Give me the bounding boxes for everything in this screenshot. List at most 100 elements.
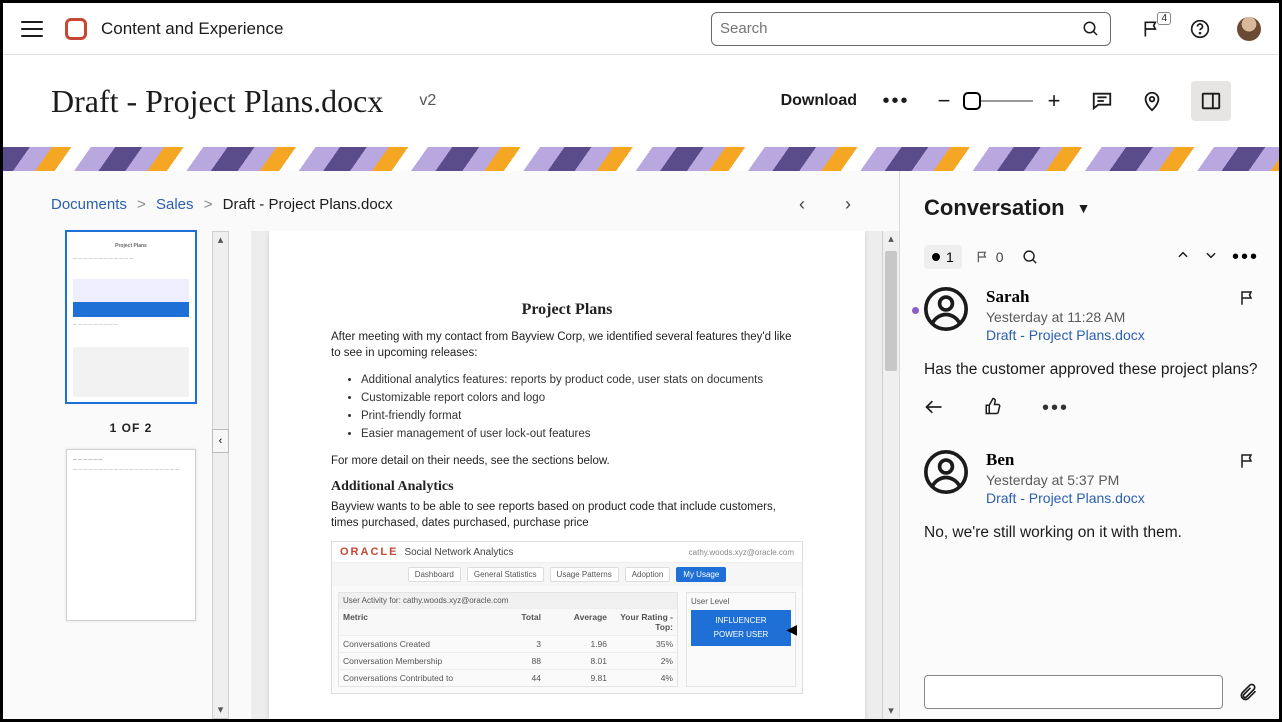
message-composer: [924, 675, 1259, 711]
thumbnail-page-1[interactable]: Project Plans — — — — — — — — — — — — — …: [66, 231, 196, 403]
global-header: Content and Experience 4: [3, 3, 1279, 55]
document-area: Documents > Sales > Draft - Project Plan…: [3, 171, 899, 719]
doc-bullet: Additional analytics features: reports b…: [361, 371, 803, 389]
breadcrumb-folder[interactable]: Sales: [156, 196, 194, 213]
message-text: No, we're still working on it with them.: [924, 522, 1259, 544]
doc-intro: After meeting with my contact from Bayvi…: [331, 329, 803, 361]
embed-userlevel-label: User Level: [691, 597, 791, 606]
thumbnails-scrollbar[interactable]: ▴ ▾: [212, 231, 229, 719]
embed-tab-active: My Usage: [676, 567, 726, 582]
header-actions: 4: [1141, 17, 1261, 41]
doc-section-body: Bayview wants to be able to see reports …: [331, 499, 803, 531]
thumb-scroll-up-icon[interactable]: ▴: [213, 232, 228, 248]
doc-bullet: Print-friendly format: [361, 407, 803, 425]
unread-dot-icon: [932, 253, 940, 261]
conversation-more-icon[interactable]: •••: [1232, 246, 1259, 269]
app-title: Content and Experience: [101, 19, 283, 39]
conversation-search-icon[interactable]: [1020, 246, 1042, 268]
decorative-stripe: [3, 147, 1279, 171]
attach-icon[interactable]: [1237, 681, 1259, 703]
doc-bullet: Easier management of user lock-out featu…: [361, 425, 803, 443]
conversation-message: Ben Yesterday at 5:37 PM Draft - Project…: [924, 450, 1259, 544]
page-scroll-thumb[interactable]: [885, 251, 897, 371]
unread-count: 1: [946, 249, 954, 265]
help-icon[interactable]: [1189, 18, 1211, 40]
zoom-slider-track[interactable]: [965, 100, 1033, 102]
prev-message-icon[interactable]: [1176, 248, 1190, 267]
person-avatar-icon: [924, 287, 968, 331]
message-more-icon[interactable]: •••: [1042, 397, 1069, 422]
conversation-dropdown-icon[interactable]: ▼: [1077, 200, 1091, 216]
location-pin-icon[interactable]: [1141, 90, 1163, 112]
page-viewport: Project Plans After meeting with my cont…: [251, 231, 899, 719]
like-icon[interactable]: [984, 397, 1002, 422]
embed-table-caption: User Activity for: cathy.woods.xyz@oracl…: [339, 593, 677, 608]
oracle-logo-icon: [65, 18, 87, 40]
next-page-icon[interactable]: ›: [845, 194, 851, 215]
page-scroll-down-icon[interactable]: ▾: [883, 703, 899, 719]
composer-input[interactable]: [924, 675, 1223, 709]
zoom-in-button[interactable]: +: [1045, 88, 1063, 114]
message-author: Ben: [986, 450, 1145, 470]
embed-tab: General Statistics: [467, 567, 544, 582]
document-page: Project Plans After meeting with my cont…: [269, 231, 865, 719]
person-avatar-icon: [924, 450, 968, 494]
document-version: v2: [419, 92, 436, 110]
doc-section-title: Additional Analytics: [331, 479, 803, 495]
document-action-bar: Draft - Project Plans.docx v2 Download •…: [3, 55, 1279, 147]
reply-icon[interactable]: [924, 397, 944, 422]
search-icon[interactable]: [1080, 18, 1102, 40]
download-button[interactable]: Download: [781, 92, 857, 110]
conversation-panel: Conversation ▼ 1 0 •••: [899, 171, 1279, 719]
unread-indicator-icon: [912, 307, 919, 314]
embed-tab: Usage Patterns: [550, 567, 619, 582]
page-counter: 1 OF 2: [110, 421, 153, 435]
pointer-icon: ◀: [786, 621, 797, 638]
embed-brand: ORACLE: [340, 546, 398, 558]
document-title: Draft - Project Plans.docx: [51, 83, 383, 120]
notifications-flag-icon[interactable]: 4: [1141, 18, 1163, 40]
message-flag-icon[interactable]: [1237, 287, 1259, 309]
search-input[interactable]: [720, 20, 1080, 37]
conversation-title: Conversation: [924, 195, 1065, 221]
breadcrumb: Documents > Sales > Draft - Project Plan…: [51, 196, 393, 213]
prev-page-icon[interactable]: ‹: [799, 194, 805, 215]
doc-heading: Project Plans: [331, 301, 803, 319]
embedded-screenshot: ORACLE Social Network Analytics cathy.wo…: [331, 541, 803, 694]
message-text: Has the customer approved these project …: [924, 359, 1259, 381]
more-actions-icon[interactable]: •••: [885, 90, 907, 112]
zoom-slider-handle[interactable]: [963, 92, 981, 110]
embed-subtitle: Social Network Analytics: [404, 547, 513, 558]
zoom-out-button[interactable]: −: [935, 88, 953, 114]
message-time: Yesterday at 5:37 PM: [986, 472, 1145, 488]
next-message-icon[interactable]: [1204, 248, 1218, 267]
zoom-control: − +: [935, 88, 1063, 114]
global-search[interactable]: [711, 12, 1111, 46]
thumb-scroll-down-icon[interactable]: ▾: [213, 702, 228, 718]
conversation-message: Sarah Yesterday at 11:28 AM Draft - Proj…: [924, 287, 1259, 422]
breadcrumb-current: Draft - Project Plans.docx: [223, 196, 393, 213]
doc-bullet: Customizable report colors and logo: [361, 389, 803, 407]
comments-icon[interactable]: [1091, 90, 1113, 112]
message-author: Sarah: [986, 287, 1145, 307]
collapse-thumbnails-icon[interactable]: ‹: [212, 429, 229, 453]
message-ref-link[interactable]: Draft - Project Plans.docx: [986, 490, 1145, 506]
unread-filter[interactable]: 1: [924, 245, 962, 269]
breadcrumb-root[interactable]: Documents: [51, 196, 127, 213]
message-flag-icon[interactable]: [1237, 450, 1259, 472]
message-ref-link[interactable]: Draft - Project Plans.docx: [986, 327, 1145, 343]
toggle-sidebar-button[interactable]: [1191, 81, 1231, 121]
message-time: Yesterday at 11:28 AM: [986, 309, 1145, 325]
doc-more: For more detail on their needs, see the …: [331, 453, 803, 469]
thumbnail-page-2[interactable]: — — — — — — — — — — — — — — — — — — — — …: [66, 449, 196, 621]
flag-filter[interactable]: 0: [976, 249, 1004, 265]
user-avatar[interactable]: [1237, 17, 1261, 41]
page-scrollbar[interactable]: ▴ ▾: [882, 231, 899, 719]
embed-tab: Dashboard: [408, 567, 461, 582]
page-scroll-up-icon[interactable]: ▴: [883, 231, 899, 247]
embed-email: cathy.woods.xyz@oracle.com: [689, 548, 794, 557]
menu-icon[interactable]: [21, 21, 43, 37]
flag-count: 0: [996, 249, 1004, 265]
page-thumbnails: Project Plans — — — — — — — — — — — — — …: [51, 231, 211, 719]
embed-tab: Adoption: [625, 567, 671, 582]
